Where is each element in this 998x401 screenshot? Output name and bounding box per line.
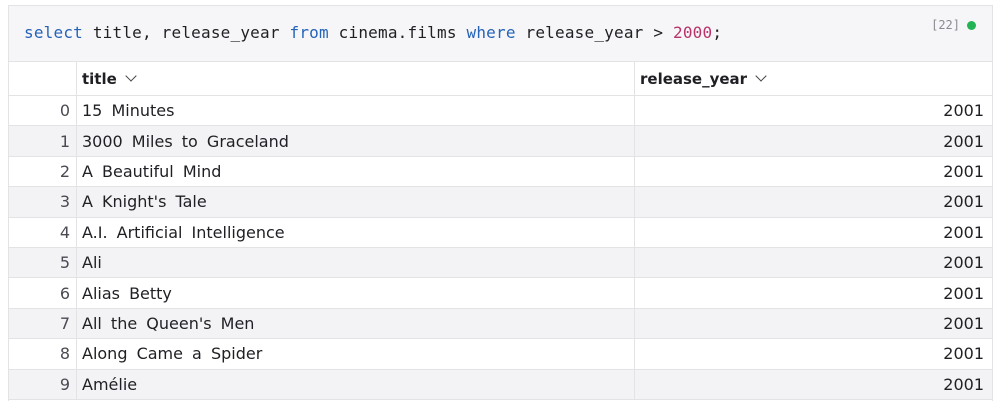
keyword-where: where <box>466 23 516 42</box>
column-header-label: title <box>82 69 117 88</box>
cell-release-year[interactable]: 2001 <box>635 126 992 155</box>
table-header: title release_year <box>9 62 992 96</box>
table-row[interactable]: 9 Amélie 2001 <box>9 369 992 400</box>
cell-release-year[interactable]: 2001 <box>635 278 992 307</box>
row-index: 2 <box>9 156 77 187</box>
row-index: 4 <box>9 217 77 247</box>
index-header <box>9 62 77 95</box>
row-index: 6 <box>9 278 77 308</box>
cell-release-year[interactable]: 2001 <box>635 96 992 125</box>
query-columns: title, release_year <box>83 23 290 42</box>
column-header-label: release_year <box>640 69 748 88</box>
row-index: 3 <box>9 187 77 217</box>
cell-title[interactable]: Ali <box>77 247 635 278</box>
cell-title[interactable]: All the Queen's Men <box>77 308 635 339</box>
result-table: title release_year 0 15 Minutes 2001 1 3000 … <box>9 62 992 400</box>
cell-title[interactable]: Along Came a Spider <box>77 339 635 369</box>
cell-title[interactable]: Alias Betty <box>77 278 635 308</box>
chevron-down-icon[interactable] <box>125 70 137 82</box>
query-condition: release_year > <box>515 23 674 42</box>
column-header-release-year[interactable]: release_year <box>635 62 992 95</box>
table-row[interactable]: 6 Alias Betty 2001 <box>9 278 992 309</box>
column-header-title[interactable]: title <box>77 62 635 95</box>
cell-title[interactable]: 3000 Miles to Graceland <box>77 126 635 156</box>
cell-title[interactable]: A Knight's Tale <box>77 187 635 217</box>
cell-release-year[interactable]: 2001 <box>635 248 992 277</box>
cell-release-year[interactable]: 2001 <box>635 218 992 247</box>
status-dot-icon <box>967 20 976 30</box>
row-index: 7 <box>9 308 77 339</box>
cell-title[interactable]: A.I. Artificial Intelligence <box>77 217 635 247</box>
notebook-cell: select title, release_year from cinema.f… <box>8 5 993 401</box>
table-row[interactable]: 5 Ali 2001 <box>9 247 992 279</box>
row-index: 5 <box>9 247 77 278</box>
query-value: 2000 <box>673 23 713 42</box>
table-row[interactable]: 4 A.I. Artificial Intelligence 2001 <box>9 217 992 248</box>
table-row[interactable]: 0 15 Minutes 2001 <box>9 96 992 127</box>
cell-release-year[interactable]: 2001 <box>635 370 992 399</box>
table-row[interactable]: 1 3000 Miles to Graceland 2001 <box>9 126 992 157</box>
cell-title[interactable]: A Beautiful Mind <box>77 156 635 187</box>
cell-release-year[interactable]: 2001 <box>635 157 992 186</box>
cell-release-year[interactable]: 2001 <box>635 187 992 216</box>
cell-title[interactable]: Amélie <box>77 369 635 399</box>
table-row[interactable]: 7 All the Queen's Men 2001 <box>9 308 992 340</box>
table-row[interactable]: 3A Knight's Tale 2001 <box>9 187 992 218</box>
row-index: 8 <box>9 339 77 369</box>
cell-release-year[interactable]: 2001 <box>635 339 992 368</box>
code-editor[interactable]: select title, release_year from cinema.f… <box>9 6 992 62</box>
chevron-down-icon[interactable] <box>755 70 767 82</box>
row-index: 9 <box>9 369 77 399</box>
keyword-select: select <box>24 23 83 42</box>
query-table: cinema.films <box>328 23 467 42</box>
cell-release-year[interactable]: 2001 <box>635 309 992 338</box>
sql-query[interactable]: select title, release_year from cinema.f… <box>24 23 722 42</box>
query-terminator: ; <box>712 23 723 42</box>
execution-count: [22] <box>931 18 960 32</box>
cell-title[interactable]: 15 Minutes <box>77 96 635 126</box>
keyword-from: from <box>289 23 329 42</box>
table-row[interactable]: 2A Beautiful Mind 2001 <box>9 156 992 188</box>
table-row[interactable]: 8 Along Came a Spider 2001 <box>9 339 992 370</box>
execution-status: [22] <box>931 18 976 32</box>
row-index: 1 <box>9 126 77 156</box>
row-index: 0 <box>9 96 77 126</box>
